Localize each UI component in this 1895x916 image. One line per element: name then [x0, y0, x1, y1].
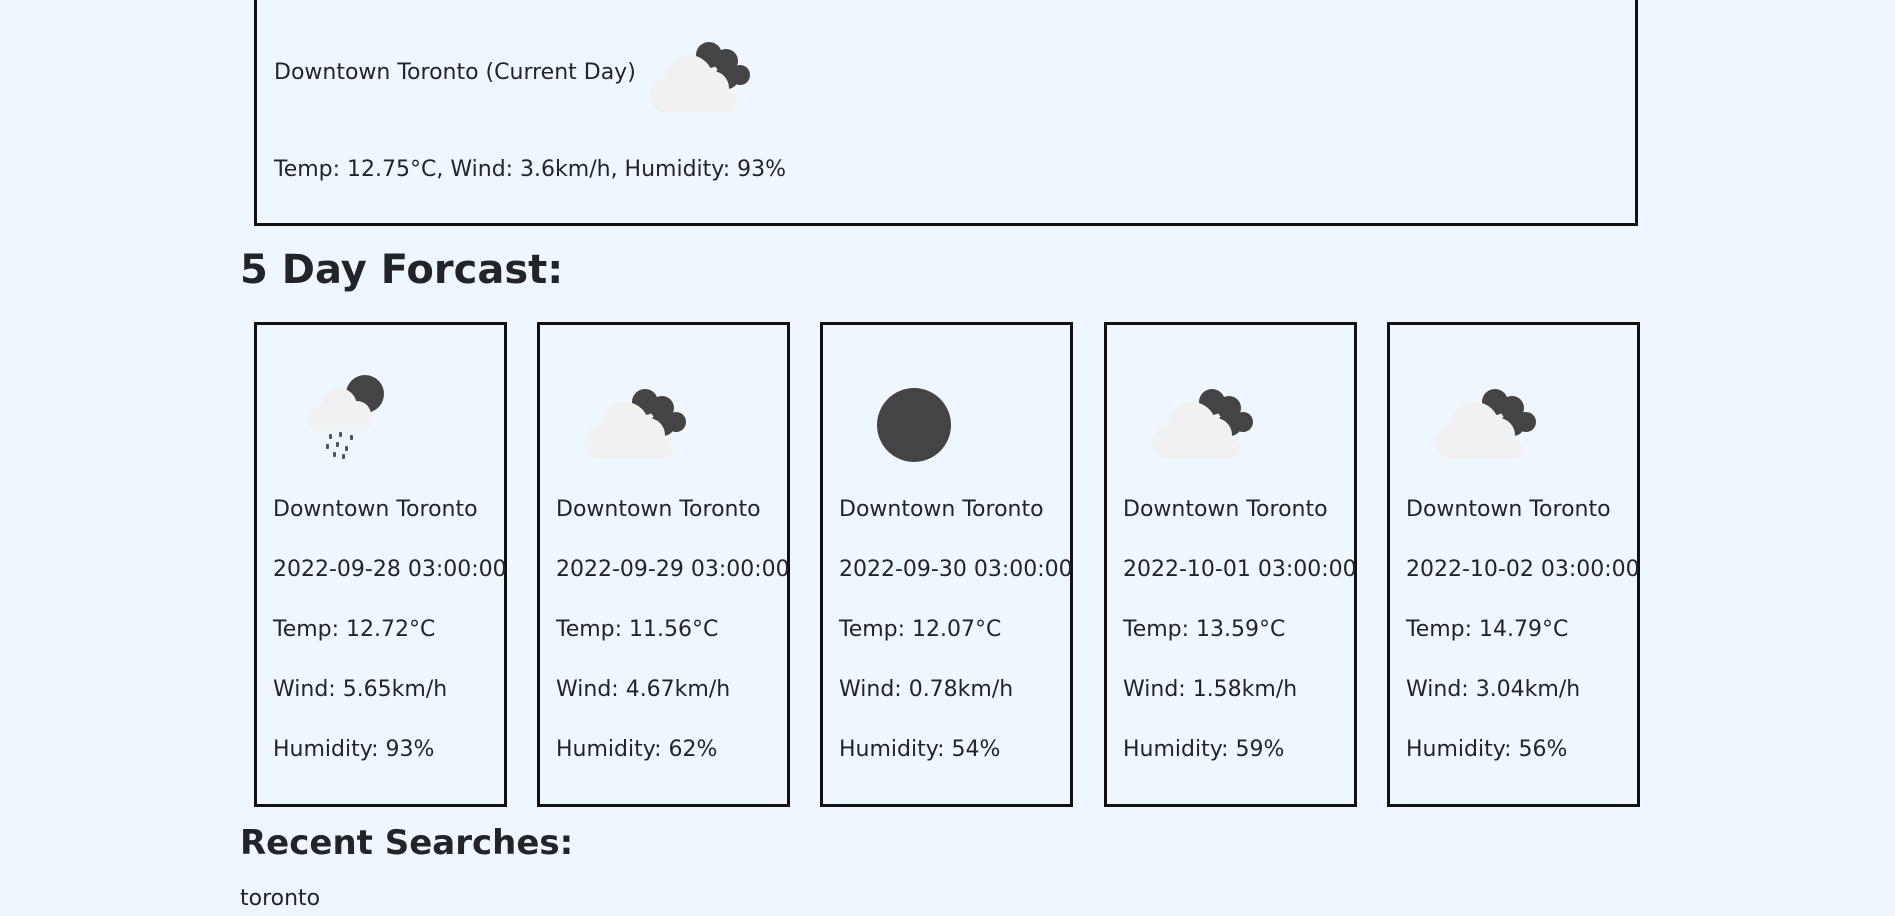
forecast-wind: Wind: 3.04km/h: [1406, 677, 1581, 702]
forecast-card: Downtown Toronto 2022-09-30 03:00:00 Tem…: [820, 322, 1073, 807]
forecast-card: Downtown Toronto 2022-09-29 03:00:00 Tem…: [537, 322, 790, 807]
forecast-date: 2022-10-01 03:00:00: [1123, 557, 1357, 582]
forecast-city: Downtown Toronto: [273, 497, 478, 522]
forecast-city: Downtown Toronto: [1123, 497, 1328, 522]
forecast-humidity: Humidity: 54%: [839, 737, 1001, 762]
forecast-wind: Wind: 1.58km/h: [1123, 677, 1298, 702]
current-weather-panel: Downtown Toronto (Current Day) Temp: 12.…: [254, 0, 1638, 226]
recent-search-item[interactable]: toronto: [240, 886, 320, 912]
forecast-date: 2022-09-29 03:00:00: [556, 557, 790, 582]
forecast-city: Downtown Toronto: [1406, 497, 1611, 522]
forecast-humidity: Humidity: 93%: [273, 737, 435, 762]
forecast-date: 2022-09-30 03:00:00: [839, 557, 1073, 582]
forecast-city: Downtown Toronto: [839, 497, 1044, 522]
current-weather-stats: Temp: 12.75°C, Wind: 3.6km/h, Humidity: …: [274, 157, 787, 182]
forecast-wind: Wind: 4.67km/h: [556, 677, 731, 702]
forecast-temp: Temp: 14.79°C: [1406, 617, 1569, 642]
partly-cloudy-night-icon: [585, 389, 686, 459]
recent-searches-list: toronto: [240, 886, 320, 912]
current-weather-title: Downtown Toronto (Current Day): [274, 60, 636, 85]
rain-night-icon: [308, 375, 384, 459]
forecast-temp: Temp: 12.07°C: [839, 617, 1002, 642]
partly-cloudy-night-icon: [649, 42, 750, 112]
forecast-card: Downtown Toronto 2022-10-01 03:00:00 Tem…: [1104, 322, 1357, 807]
forecast-temp: Temp: 13.59°C: [1123, 617, 1286, 642]
forecast-wind: Wind: 0.78km/h: [839, 677, 1014, 702]
forecast-heading: 5 Day Forcast:: [240, 247, 564, 293]
forecast-temp: Temp: 11.56°C: [556, 617, 719, 642]
clear-night-icon: [877, 388, 951, 462]
forecast-date: 2022-09-28 03:00:00: [273, 557, 507, 582]
forecast-humidity: Humidity: 56%: [1406, 737, 1568, 762]
forecast-card: Downtown Toronto 2022-10-02 03:00:00 Tem…: [1387, 322, 1640, 807]
forecast-temp: Temp: 12.72°C: [273, 617, 436, 642]
forecast-date: 2022-10-02 03:00:00: [1406, 557, 1640, 582]
partly-cloudy-night-icon: [1435, 389, 1536, 459]
forecast-city: Downtown Toronto: [556, 497, 761, 522]
forecast-wind: Wind: 5.65km/h: [273, 677, 448, 702]
forecast-card: Downtown Toronto 2022-09-28 03:00:00 Tem…: [254, 322, 507, 807]
recent-searches-heading: Recent Searches:: [240, 823, 574, 863]
forecast-humidity: Humidity: 59%: [1123, 737, 1285, 762]
forecast-humidity: Humidity: 62%: [556, 737, 718, 762]
partly-cloudy-night-icon: [1152, 389, 1253, 459]
